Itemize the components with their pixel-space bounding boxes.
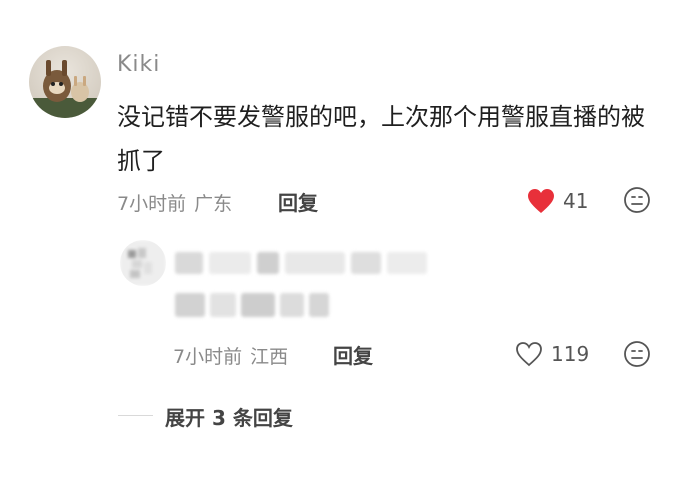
meh-face-icon — [624, 187, 650, 213]
reply-reply-button[interactable]: 回复 — [333, 340, 373, 369]
reply-meta: 7小时前 江西 — [173, 342, 288, 369]
avatar-image — [29, 60, 101, 118]
comment-meta: 7小时前 广东 — [117, 189, 232, 216]
comment-time: 7小时前 — [117, 193, 187, 215]
dislike-button[interactable] — [623, 186, 651, 218]
reply-avatar[interactable] — [120, 240, 166, 286]
comment-text: 没记错不要发警服的吧，上次那个用警服直播的被抓了 — [117, 103, 645, 175]
expand-replies-button[interactable]: 展开 3 条回复 — [165, 402, 293, 431]
avatar[interactable] — [29, 46, 101, 118]
comment-location: 广东 — [194, 193, 233, 215]
like-count: 41 — [563, 189, 589, 213]
reply-dislike-button[interactable] — [623, 340, 651, 372]
reply-like-button[interactable]: 119 — [515, 341, 589, 367]
redacted-reply-text — [175, 293, 329, 317]
reply-time: 7小时前 — [173, 346, 243, 368]
heart-filled-icon — [528, 189, 554, 213]
reply-like-count: 119 — [551, 342, 590, 366]
like-button[interactable]: 41 — [527, 188, 588, 214]
redacted-avatar-image — [120, 240, 166, 286]
username[interactable]: Kiki — [117, 52, 160, 77]
expand-divider — [118, 415, 153, 416]
meh-face-icon — [624, 341, 650, 367]
heart-outline-icon — [516, 342, 542, 367]
redacted-username — [175, 252, 427, 274]
reply-location: 江西 — [250, 346, 289, 368]
reply-button[interactable]: 回复 — [278, 187, 318, 216]
